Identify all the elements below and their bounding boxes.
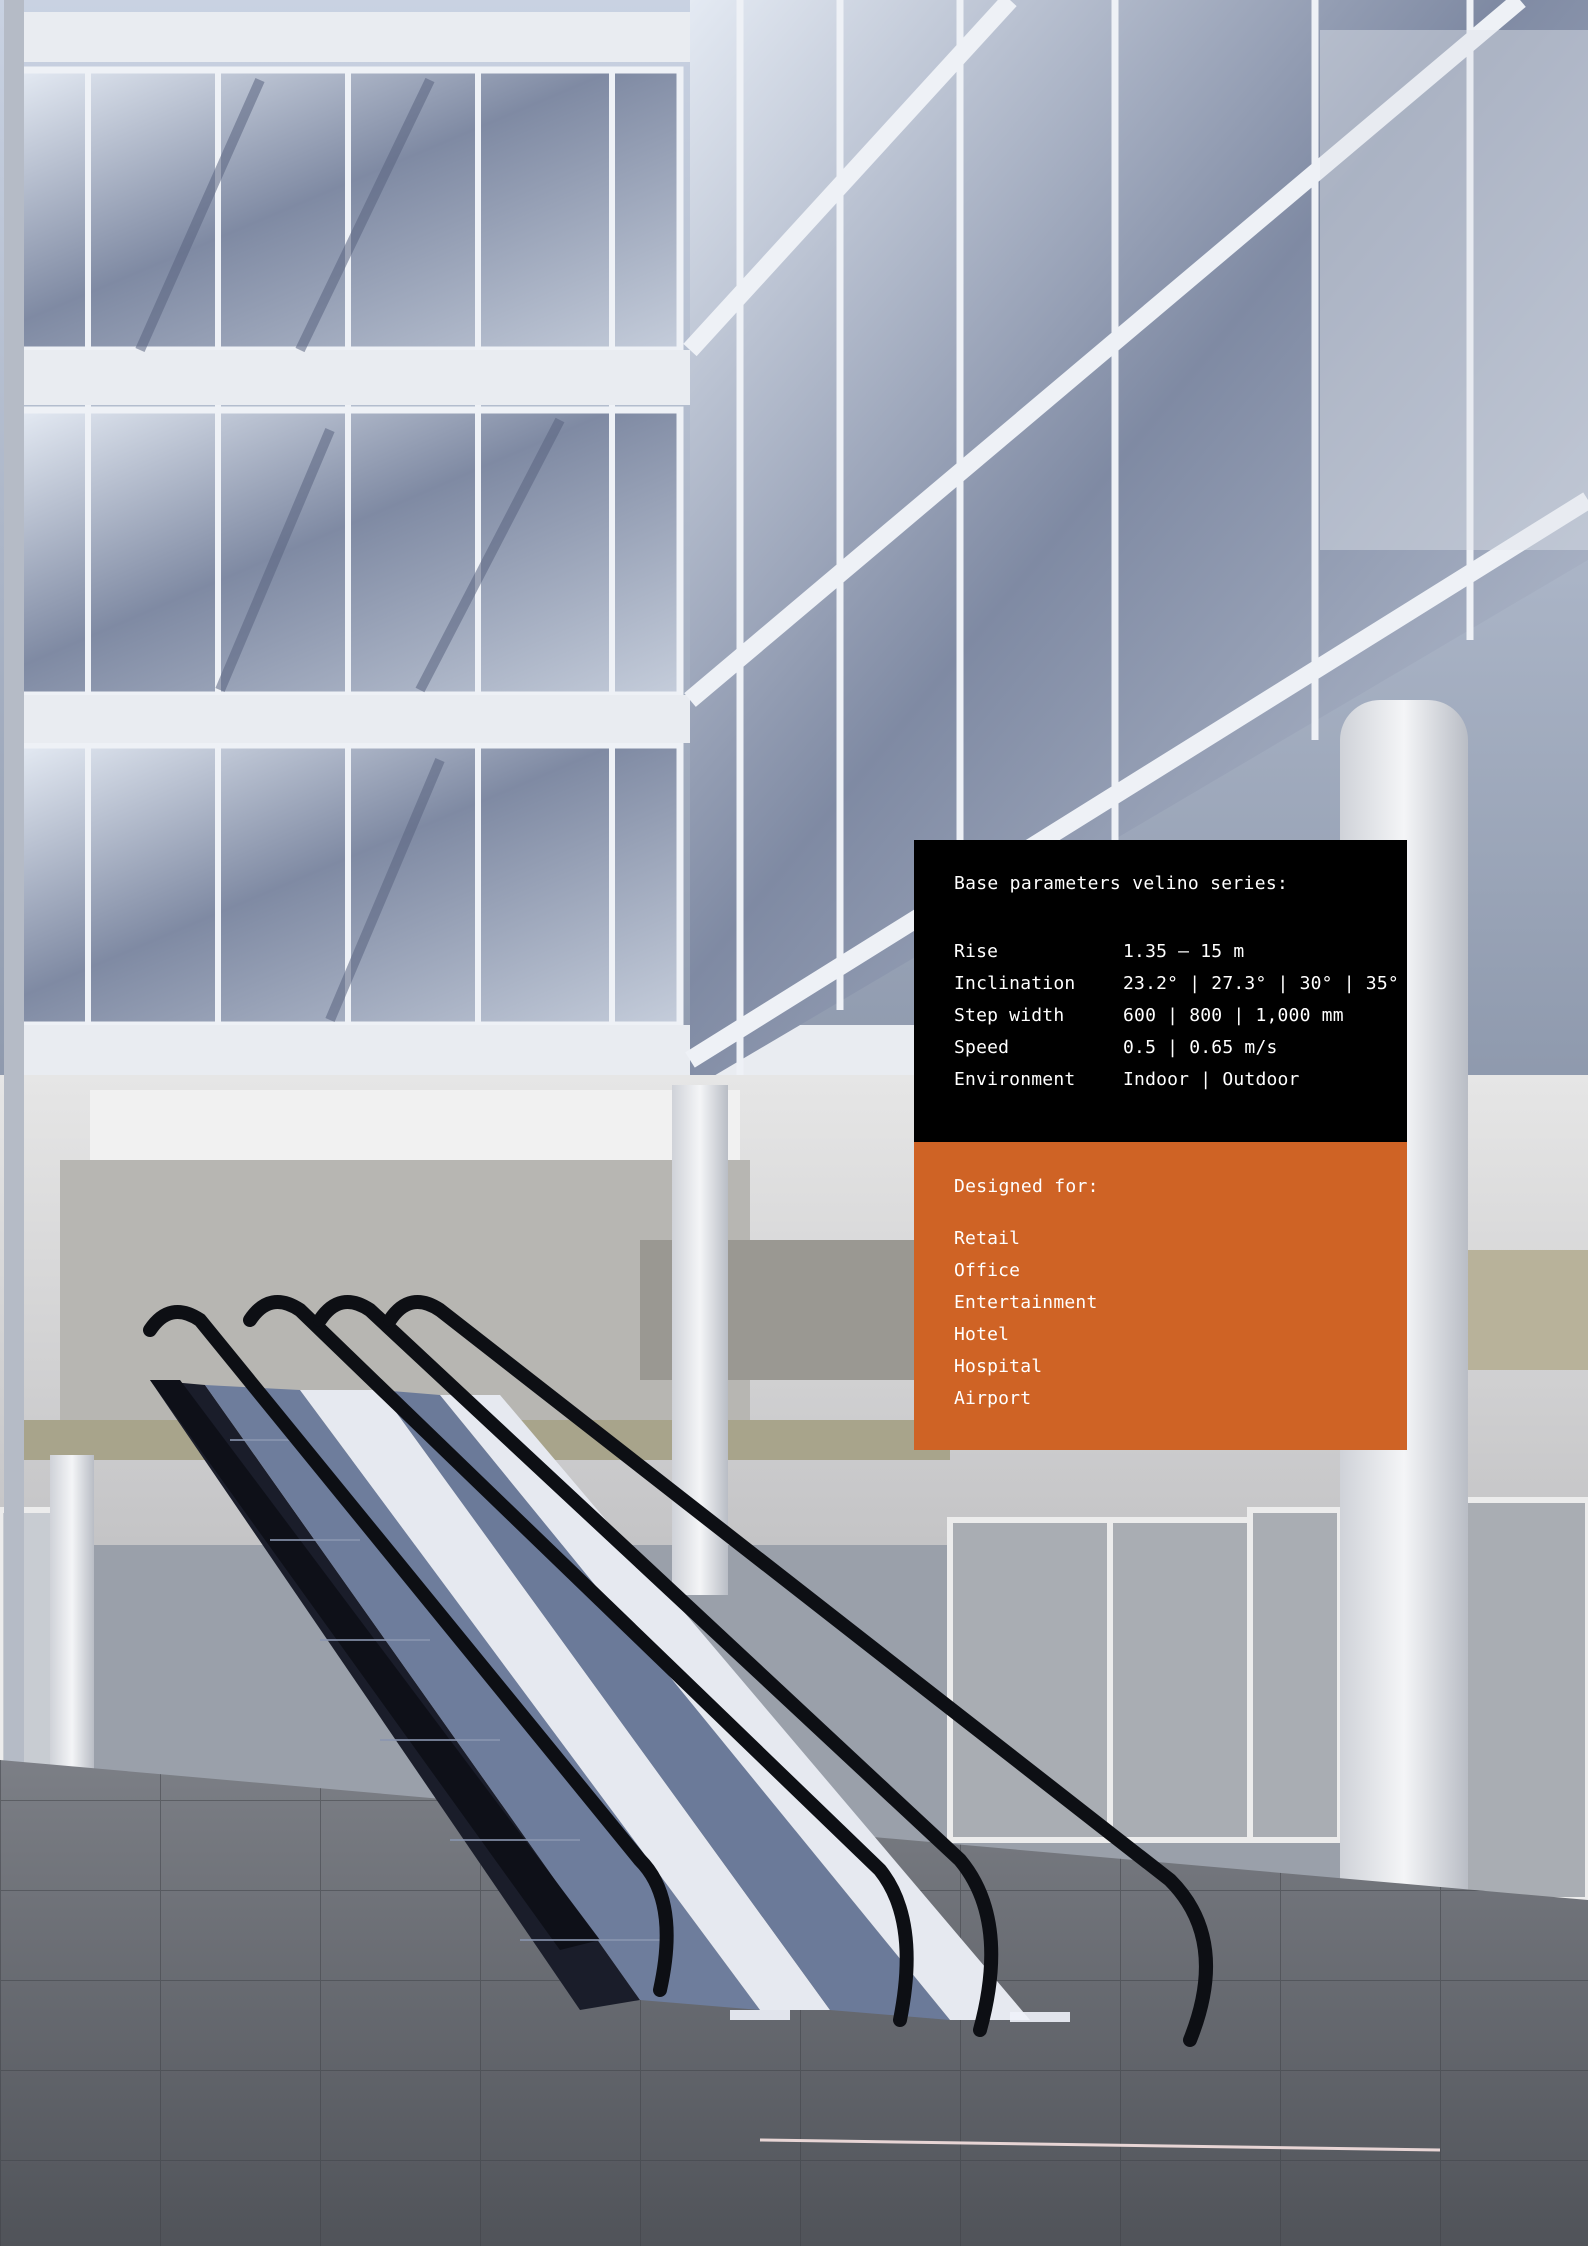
usage-item-hospital: Hospital <box>954 1356 1043 1377</box>
usage-item-hotel: Hotel <box>954 1324 1010 1345</box>
spec-label: Speed <box>954 1037 1010 1058</box>
usage-title: Designed for: <box>954 1176 1099 1197</box>
usage-item-office: Office <box>954 1260 1021 1281</box>
usage-panel: Designed for: Retail Office Entertainmen… <box>914 1142 1407 1450</box>
spec-value: Indoor | Outdoor <box>1123 1069 1300 1090</box>
spec-value: 23.2° | 27.3° | 30° | 35° <box>1123 973 1399 994</box>
spec-row-speed: Speed 0.5 | 0.65 m/s <box>954 1032 1367 1064</box>
specifications-table: Rise 1.35 – 15 m Inclination 23.2° | 27.… <box>954 936 1399 1096</box>
spec-row-environment: Environment Indoor | Outdoor <box>954 1064 1367 1096</box>
spec-label: Rise <box>954 941 999 962</box>
usage-item-airport: Airport <box>954 1388 1032 1409</box>
spec-row-step-width: Step width 600 | 800 | 1,000 mm <box>954 1000 1367 1032</box>
spec-value: 1.35 – 15 m <box>1123 941 1245 962</box>
specifications-panel: Base parameters velino series: Rise 1.35… <box>914 840 1407 1142</box>
usage-item-retail: Retail <box>954 1228 1021 1249</box>
spec-row-inclination: Inclination 23.2° | 27.3° | 30° | 35° <box>954 968 1399 1000</box>
spec-value: 600 | 800 | 1,000 mm <box>1123 1005 1344 1026</box>
spec-label: Environment <box>954 1069 1076 1090</box>
spec-label: Inclination <box>954 973 1076 994</box>
spec-value: 0.5 | 0.65 m/s <box>1123 1037 1278 1058</box>
spec-label: Step width <box>954 1005 1065 1026</box>
specifications-title: Base parameters velino series: <box>954 873 1289 894</box>
spec-row-rise: Rise 1.35 – 15 m <box>954 936 1367 968</box>
usage-list: Retail Office Entertainment Hotel Hospit… <box>954 1223 1367 1415</box>
usage-item-entertainment: Entertainment <box>954 1292 1098 1313</box>
